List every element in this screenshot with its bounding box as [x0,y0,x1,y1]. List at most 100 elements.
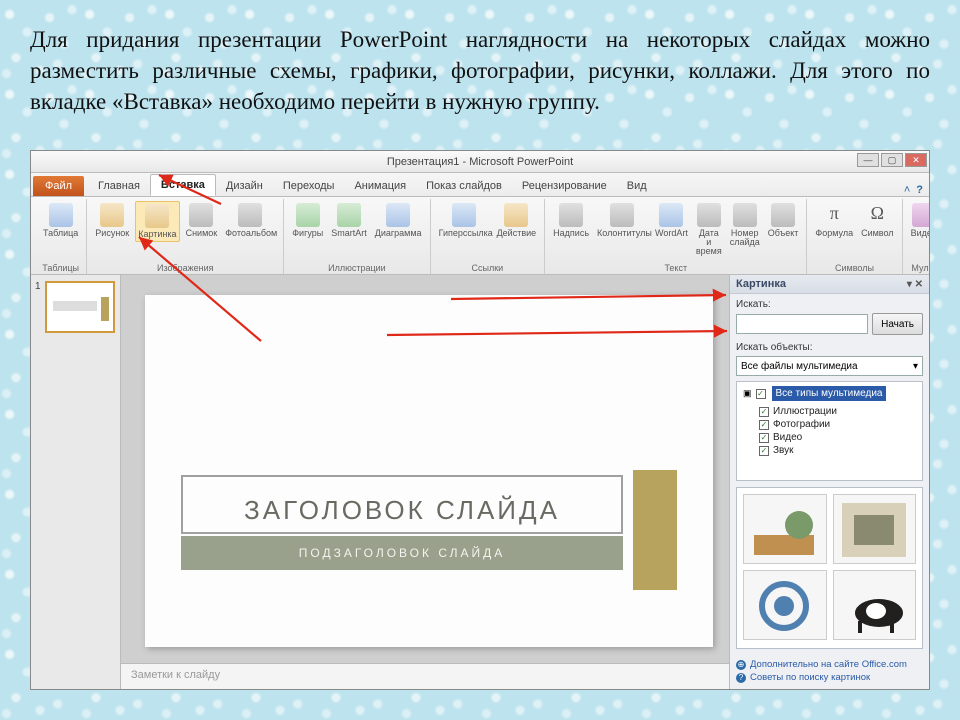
screenshot-icon [189,203,213,227]
group-title-media: Мультимедиа [909,263,930,274]
btn-table[interactable]: Таблица [41,201,80,240]
tab-design[interactable]: Дизайн [216,176,273,196]
shapes-icon [296,203,320,227]
btn-textbox[interactable]: Надпись [551,201,591,240]
btn-symbol[interactable]: ΩСимвол [859,201,895,240]
globe-icon: ⊕ [736,660,746,670]
btn-chart[interactable]: Диаграмма [373,201,424,240]
clipart-results [736,487,923,649]
btn-picture[interactable]: Рисунок [93,201,131,240]
group-images: Рисунок Картинка Снимок Фотоальбом Изобр… [87,199,284,274]
slide-title-placeholder[interactable]: ЗАГОЛОВОК СЛАЙДА [181,475,623,534]
album-icon [238,203,262,227]
btn-clipart[interactable]: Картинка [135,201,179,242]
btn-headerfooter[interactable]: Колонтитулы [595,201,649,240]
group-illustrations: Фигуры SmartArt Диаграмма Иллюстрации [284,199,430,274]
tab-view[interactable]: Вид [617,176,657,196]
footer-link-office[interactable]: ⊕Дополнительно на сайте Office.com [736,659,923,670]
clipart-footer: ⊕Дополнительно на сайте Office.com ?Сове… [730,653,929,689]
tab-animation[interactable]: Анимация [344,176,416,196]
maximize-button[interactable]: ▢ [881,153,903,167]
textbox-icon [559,203,583,227]
btn-shapes[interactable]: Фигуры [290,201,325,240]
btn-wordart[interactable]: WordArt [653,201,690,240]
slide: ЗАГОЛОВОК СЛАЙДА ПОДЗАГОЛОВОК СЛАЙДА [145,295,713,647]
chevron-down-icon: ▾ [913,361,918,372]
work-area: 1 ЗАГОЛОВОК СЛАЙДА ПОДЗАГОЛОВОК СЛАЙДА [31,275,929,689]
btn-object[interactable]: Объект [766,201,801,240]
btn-smartart[interactable]: SmartArt [329,201,369,240]
btn-hyperlink[interactable]: Гиперссылка [437,201,491,240]
footer-link-tips[interactable]: ?Советы по поиску картинок [736,672,923,683]
thumb-number: 1 [35,281,41,292]
media-type-value: Все файлы мультимедиа [741,361,858,372]
tree-item-illustrations[interactable]: Иллюстрации [737,405,922,418]
search-start-button[interactable]: Начать [872,313,923,335]
clipart-result-1[interactable] [743,494,827,564]
slide-thumbnail-1[interactable] [45,281,115,333]
tab-transitions[interactable]: Переходы [273,176,345,196]
btn-datetime[interactable]: Дата и время [694,201,724,258]
tree-root[interactable]: Все типы мультимедиа [772,386,887,401]
tab-file[interactable]: Файл [33,176,84,196]
tab-review[interactable]: Рецензирование [512,176,617,196]
clipart-pane-title: Картинка [736,278,786,290]
clipart-result-3[interactable] [743,570,827,640]
link-icon [452,203,476,227]
group-title-text: Текст [551,263,800,274]
group-symbols: πФормула ΩСимвол Символы [807,199,902,274]
help-icon: ? [736,673,746,683]
search-label: Искать: [736,299,923,310]
clipart-result-2[interactable] [833,494,917,564]
tab-insert[interactable]: Вставка [150,174,216,196]
slide-subtitle-placeholder[interactable]: ПОДЗАГОЛОВОК СЛАЙДА [181,536,623,570]
slide-canvas[interactable]: ЗАГОЛОВОК СЛАЙДА ПОДЗАГОЛОВОК СЛАЙДА [121,275,729,663]
group-title-images: Изображения [93,263,277,274]
group-title-links: Ссылки [437,263,539,274]
group-tables: Таблица Таблицы [35,199,87,274]
group-title-tables: Таблицы [41,263,80,274]
slide-title-text: ЗАГОЛОВОК СЛАЙДА [193,495,611,526]
group-links: Гиперссылка Действие Ссылки [431,199,546,274]
search-input[interactable] [736,314,868,334]
ribbon-collapse-icon[interactable]: ˄ [904,184,910,196]
equation-icon: π [822,203,846,227]
ribbon-insert: Таблица Таблицы Рисунок Картинка Снимок … [31,197,929,275]
help-icon[interactable]: ? [916,184,923,196]
btn-equation[interactable]: πФормула [813,201,855,240]
minimize-button[interactable]: — [857,153,879,167]
table-icon [49,203,73,227]
wordart-icon [659,203,683,227]
btn-album[interactable]: Фотоальбом [223,201,277,240]
chart-icon [386,203,410,227]
group-title-symbols: Символы [813,263,895,274]
tree-item-video[interactable]: Видео [737,431,922,444]
object-icon [771,203,795,227]
smartart-icon [337,203,361,227]
btn-video[interactable]: Видео [909,201,930,240]
clipart-result-4[interactable] [833,570,917,640]
notes-pane[interactable]: Заметки к слайду [121,663,729,689]
video-icon [912,203,930,227]
window-title: Презентация1 - Microsoft PowerPoint [387,156,573,168]
btn-action[interactable]: Действие [495,201,539,240]
group-media: Видео Звук Мультимедиа [903,199,930,274]
clipart-pane-close-icon[interactable]: ▾ ✕ [907,279,923,290]
tab-slideshow[interactable]: Показ слайдов [416,176,512,196]
tree-item-photos[interactable]: Фотографии [737,418,922,431]
clipart-icon [145,204,169,228]
tree-item-audio[interactable]: Звук [737,444,922,457]
tab-home[interactable]: Главная [88,176,150,196]
media-type-tree[interactable]: ▣ Все типы мультимедиа Иллюстрации Фотог… [736,381,923,481]
headerfooter-icon [610,203,634,227]
close-button[interactable]: ✕ [905,153,927,167]
btn-screenshot[interactable]: Снимок [184,201,220,240]
symbol-icon: Ω [865,203,889,227]
ribbon-tabs: Файл Главная Вставка Дизайн Переходы Ани… [31,173,929,197]
media-type-select[interactable]: Все файлы мультимедиа ▾ [736,356,923,376]
checkbox-icon[interactable] [756,389,766,399]
picture-icon [100,203,124,227]
objects-label: Искать объекты: [736,342,923,353]
powerpoint-window: Презентация1 - Microsoft PowerPoint — ▢ … [30,150,930,690]
btn-slidenum[interactable]: Номер слайда [728,201,762,249]
